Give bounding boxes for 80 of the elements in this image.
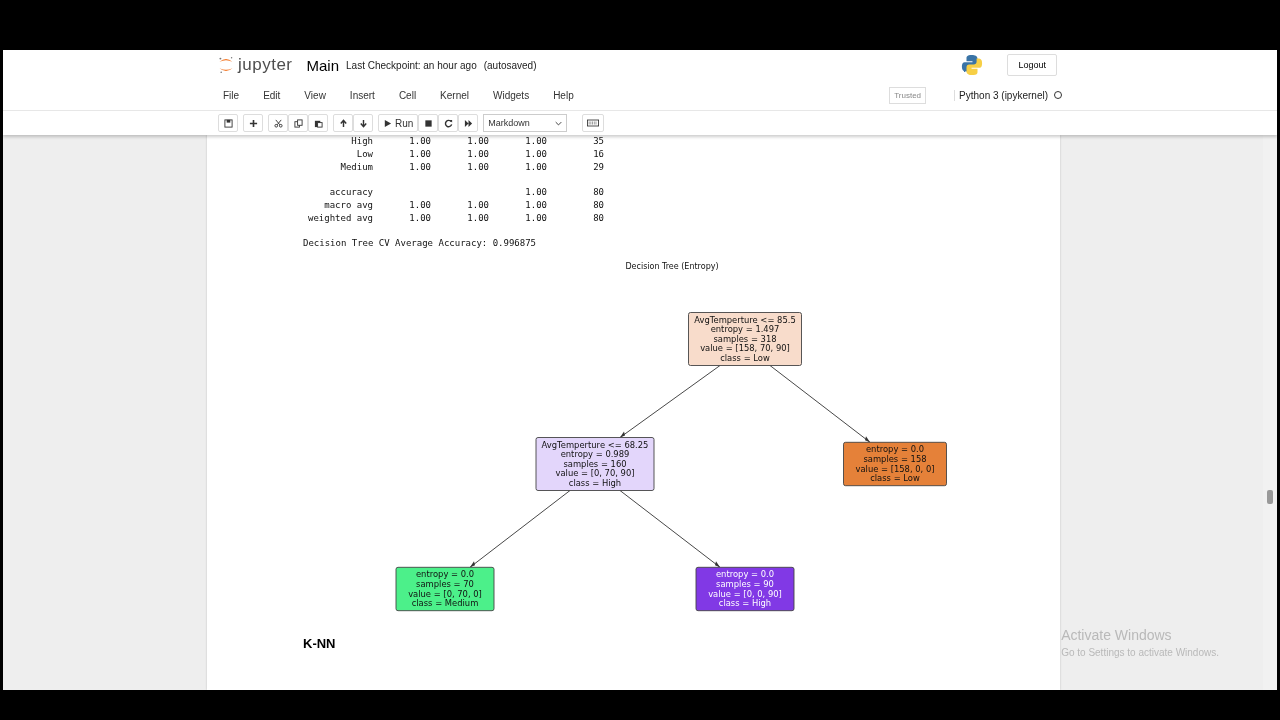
node-label: entropy = 0.0 samples = 90 value = [0, 0, 90] class = High: [708, 569, 782, 608]
chart-title: Decision Tree (Entropy): [625, 261, 719, 271]
report-value: 1.00: [409, 136, 431, 146]
report-label: macro avg: [323, 199, 373, 212]
report-value: 35: [593, 136, 604, 146]
report-value: 1.00: [467, 148, 489, 159]
menu-item[interactable]: Cell: [398, 89, 417, 101]
report-value: 1.00: [467, 200, 489, 211]
menu-item[interactable]: Edit: [263, 89, 281, 101]
paste-button[interactable]: [308, 114, 328, 132]
jupyter-logo-text[interactable]: jupyter: [238, 55, 293, 75]
menu-item[interactable]: Insert: [349, 89, 375, 101]
report-value: 1.00: [525, 148, 547, 159]
node-label: AvgTemperture <= 85.5 entropy = 1.497 samples = 318 value = [158, 70, 90] class = Low: [694, 314, 796, 363]
logout-button[interactable]: Logout: [1007, 54, 1057, 76]
python-logo-icon: [961, 54, 984, 76]
node-label: entropy = 0.0 samples = 158 value = [158, 0, 0] class = Low: [855, 444, 935, 483]
fast-forward-icon: [463, 118, 473, 128]
section-heading: K-NN: [302, 635, 337, 651]
menu-item[interactable]: View: [304, 89, 326, 101]
report-value: 1.00: [409, 213, 431, 223]
node-label: AvgTemperture <= 68.25 entropy = 0.989 samples = 160 value = [0, 70, 90] class = High: [541, 439, 649, 488]
cut-button[interactable]: [268, 114, 288, 132]
report-value: 1.00: [467, 161, 489, 172]
trusted-indicator[interactable]: Trusted: [889, 86, 927, 104]
keyboard-shortcuts-button[interactable]: [582, 114, 605, 132]
restart-button[interactable]: [438, 114, 459, 132]
checkpoint-text: Last Checkpoint: an hour ago: [346, 59, 477, 71]
jupyter-logo-icon: [218, 55, 234, 75]
kernel-name[interactable]: Python 3 (ipykernel): [954, 89, 1048, 101]
report-value: 80: [593, 200, 604, 211]
paste-icon: [313, 118, 323, 128]
report-value: 1.00: [525, 213, 547, 223]
autosave-status: (autosaved): [483, 59, 537, 71]
report-label: High: [350, 135, 373, 148]
cell-type-dropdown[interactable]: Markdown: [483, 114, 568, 132]
report-label: Medium: [339, 160, 373, 174]
stop-icon: [423, 118, 433, 128]
report-value: 29: [593, 161, 604, 172]
menu-item[interactable]: Widgets: [493, 89, 530, 101]
copy-button[interactable]: [288, 114, 308, 132]
keyboard-icon: [587, 119, 600, 127]
run-button[interactable]: Run: [378, 114, 419, 132]
menu-item[interactable]: Help: [553, 89, 574, 101]
output-text: Decision Tree CV Average Accuracy: 0.996875: [303, 237, 537, 248]
node-label: entropy = 0.0 samples = 70 value = [0, 70, 0] class = Medium: [408, 569, 482, 608]
report-label: accuracy: [328, 186, 373, 200]
scissors-icon: [273, 118, 283, 128]
restart-icon: [443, 118, 453, 128]
notebook-name[interactable]: Main: [306, 56, 340, 74]
report-value: 1.00: [525, 161, 547, 172]
report-label: weighted avg: [306, 212, 373, 225]
report-value: 1.00: [409, 161, 431, 172]
report-value: 80: [593, 213, 604, 223]
save-button[interactable]: [218, 114, 238, 132]
menu-item[interactable]: Kernel: [440, 89, 469, 101]
up-arrow-icon: [338, 118, 348, 128]
report-value: 1.00: [467, 213, 489, 223]
down-arrow-icon: [358, 118, 368, 128]
menu-item[interactable]: File: [223, 89, 240, 101]
report-value: 80: [593, 187, 604, 198]
plus-icon: [248, 118, 258, 128]
report-value: 1.00: [409, 148, 431, 159]
save-icon: [223, 118, 233, 128]
move-up-button[interactable]: [333, 114, 353, 132]
report-value: 1.00: [525, 187, 547, 198]
run-all-button[interactable]: [458, 114, 479, 132]
report-value: 1.00: [409, 200, 431, 211]
caret-icon: [555, 120, 563, 126]
copy-icon: [293, 118, 303, 128]
scrollbar-thumb[interactable]: [1267, 490, 1273, 504]
report-label: Low: [355, 147, 373, 161]
stop-button[interactable]: [418, 114, 439, 132]
insert-cell-button[interactable]: [243, 114, 263, 132]
play-icon: [383, 118, 392, 128]
move-down-button[interactable]: [353, 114, 373, 132]
report-value: 1.00: [525, 200, 547, 211]
report-value: 1.00: [467, 136, 489, 146]
report-value: 1.00: [525, 136, 547, 146]
report-value: 16: [593, 148, 604, 159]
